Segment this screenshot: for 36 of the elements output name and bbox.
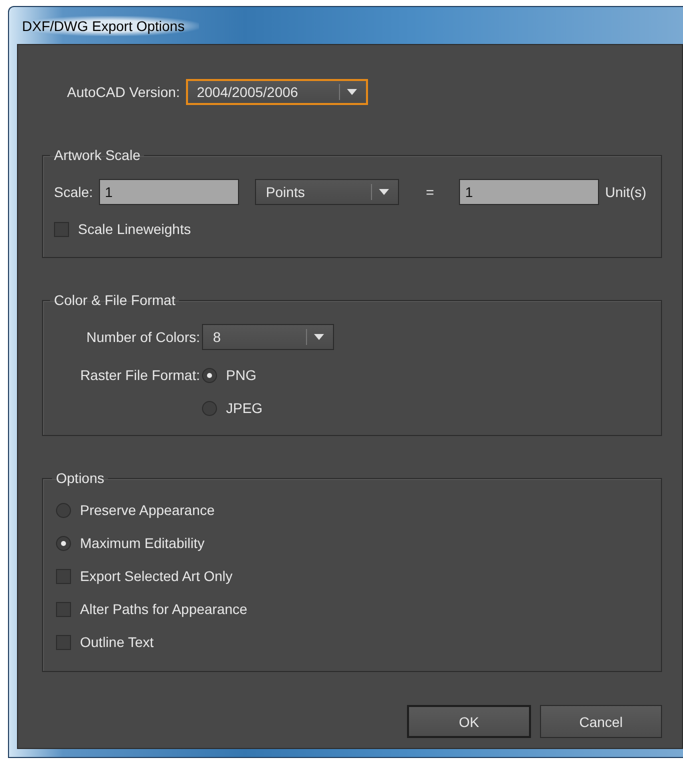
group-title: Options bbox=[55, 470, 106, 486]
input-field[interactable]: 1 bbox=[459, 179, 600, 205]
input-field[interactable]: 1 bbox=[98, 179, 239, 205]
radio-button[interactable] bbox=[56, 536, 71, 550]
field-label: Number of Colors: bbox=[85, 329, 201, 345]
dropdown[interactable]: 8 bbox=[202, 324, 334, 350]
radio-button[interactable] bbox=[202, 400, 217, 416]
field-label: AutoCAD Version: bbox=[67, 84, 180, 100]
checkbox[interactable] bbox=[56, 568, 71, 584]
option-label: JPEG bbox=[226, 400, 263, 416]
field-label: Raster File Format: bbox=[79, 366, 201, 385]
option-label: PNG bbox=[226, 367, 256, 383]
radio-button[interactable] bbox=[202, 368, 217, 382]
option-label: Outline Text bbox=[80, 634, 154, 650]
group-title: Color & File Format bbox=[53, 292, 176, 308]
window-title: DXF/DWG Export Options bbox=[22, 16, 199, 36]
option-label: Export Selected Art Only bbox=[80, 568, 233, 584]
caret-icon bbox=[346, 89, 357, 95]
option-label: Scale Lineweights bbox=[78, 221, 191, 237]
dialog-button[interactable]: Cancel bbox=[540, 705, 662, 738]
dialog-button[interactable]: OK bbox=[407, 705, 531, 738]
checkbox[interactable] bbox=[56, 634, 71, 650]
option-label: Maximum Editability bbox=[80, 535, 204, 551]
dropdown[interactable]: 2004/2005/2006 bbox=[186, 79, 368, 105]
field-label: Scale: bbox=[54, 184, 93, 200]
unit-label: Unit(s) bbox=[605, 184, 646, 200]
caret-icon bbox=[314, 334, 324, 340]
radio-button[interactable] bbox=[56, 502, 71, 518]
dropdown[interactable]: Points bbox=[254, 179, 399, 205]
option-label: Alter Paths for Appearance bbox=[80, 601, 248, 617]
checkbox[interactable] bbox=[56, 602, 71, 616]
caret-icon bbox=[378, 189, 389, 195]
equals-sign: = bbox=[426, 184, 434, 200]
checkbox[interactable] bbox=[54, 222, 69, 236]
option-label: Preserve Appearance bbox=[80, 502, 215, 518]
group-title: Artwork Scale bbox=[53, 147, 142, 163]
